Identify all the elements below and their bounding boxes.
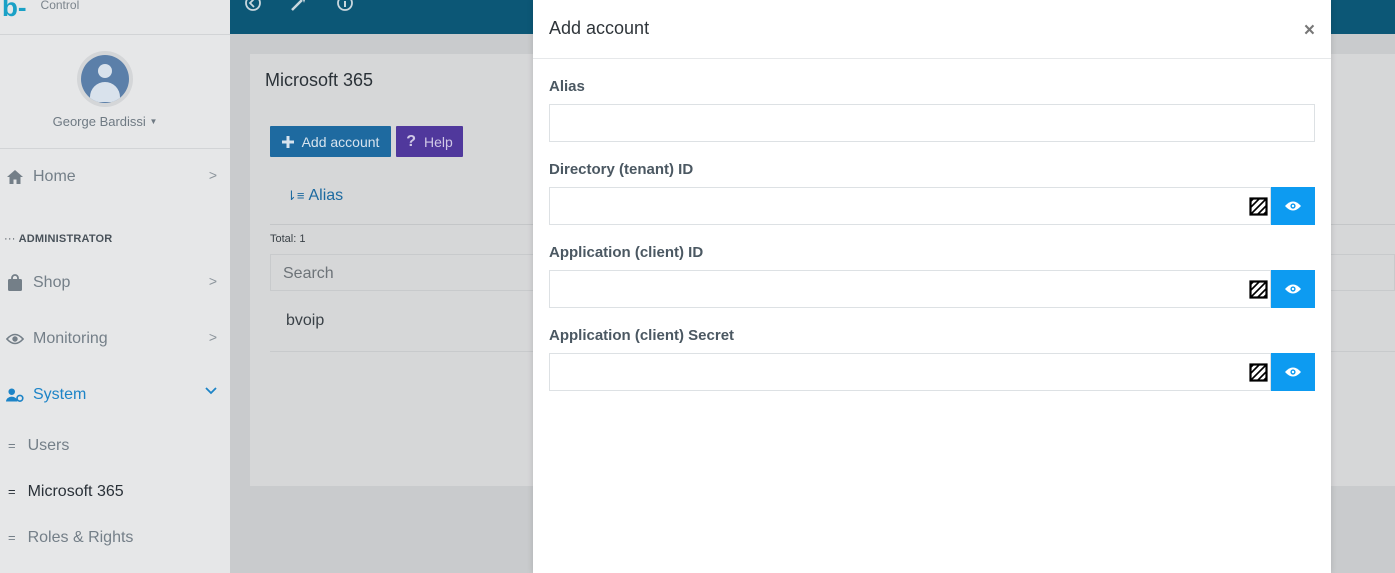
add-account-label: Add account — [301, 133, 380, 150]
user-menu[interactable]: George Bardissi ▼ — [0, 114, 210, 129]
password-mask-icon — [1249, 363, 1268, 382]
chevron-right-icon: > — [208, 329, 217, 345]
eye-icon — [1285, 367, 1301, 377]
total-count: Total: 1 — [270, 233, 306, 245]
column-header-alias[interactable]: ⇂≡ Alias — [286, 187, 343, 205]
help-button[interactable]: ? Help — [396, 126, 463, 157]
plus-icon — [281, 135, 294, 148]
password-mask-icon — [1249, 197, 1268, 216]
tenant-id-field[interactable] — [549, 187, 1271, 225]
sidebar: b- Control George Bardissi ▼ Home > ··· A… — [0, 0, 230, 573]
tenant-id-label: Directory (tenant) ID — [549, 161, 694, 178]
client-secret-label: Application (client) Secret — [549, 327, 735, 344]
close-icon[interactable]: × — [1304, 20, 1315, 42]
add-account-button[interactable]: Add account — [270, 126, 391, 157]
page-title: Microsoft 365 — [265, 70, 374, 90]
sidebar-subitem-microsoft-365[interactable]: = Microsoft 365 — [8, 483, 124, 501]
magic-wand-icon[interactable] — [290, 0, 308, 17]
help-label: Help — [423, 133, 453, 150]
sidebar-item-home[interactable]: Home > — [0, 164, 230, 190]
password-mask-icon — [1249, 280, 1268, 299]
modal-title: Add account — [549, 18, 650, 38]
brand-logo: b- — [2, 0, 27, 22]
modal-header: Add account × — [533, 0, 1331, 59]
list-bullet-icon: = — [8, 438, 16, 453]
brand[interactable]: b- Control — [0, 0, 79, 20]
table-row[interactable]: bvoip — [286, 312, 324, 330]
sidebar-item-system[interactable]: System — [0, 382, 230, 408]
list-bullet-icon: = — [8, 530, 16, 545]
user-name: George Bardissi — [52, 114, 146, 129]
chevron-right-icon: > — [208, 273, 217, 289]
sidebar-item-label: Home — [33, 168, 76, 185]
toggle-client-id-visibility-button[interactable] — [1271, 270, 1315, 308]
caret-down-icon: ▼ — [149, 117, 158, 126]
client-id-field[interactable] — [549, 270, 1271, 308]
list-bullet-icon: = — [8, 484, 16, 499]
sidebar-item-shop[interactable]: Shop > — [0, 270, 230, 296]
toggle-tenant-id-visibility-button[interactable] — [1271, 187, 1315, 225]
alias-field[interactable] — [549, 104, 1315, 142]
client-id-label: Application (client) ID — [549, 244, 704, 261]
toggle-client-secret-visibility-button[interactable] — [1271, 353, 1315, 391]
users-cog-icon — [6, 386, 24, 404]
section-label-administrator: ··· ADMINISTRATOR — [4, 233, 113, 245]
add-account-modal: Add account × Alias Directory (tenant) I… — [533, 0, 1331, 573]
avatar-icon — [81, 55, 129, 103]
alias-label: Alias — [549, 78, 585, 95]
chevron-right-icon: > — [208, 167, 217, 183]
eye-icon — [1285, 284, 1301, 294]
brand-subtitle: Control — [40, 0, 80, 12]
question-icon: ? — [406, 132, 416, 150]
eye-icon — [1285, 201, 1301, 211]
sidebar-divider — [0, 148, 230, 149]
sidebar-item-monitoring[interactable]: Monitoring > — [0, 326, 230, 352]
sidebar-item-label: Monitoring — [33, 330, 108, 347]
home-icon — [6, 168, 24, 186]
sidebar-item-label: System — [33, 386, 87, 403]
sidebar-subitem-users[interactable]: = Users — [8, 437, 69, 455]
back-icon[interactable] — [244, 0, 262, 17]
sidebar-subitem-roles-rights[interactable]: = Roles & Rights — [8, 529, 133, 547]
chevron-down-icon — [205, 382, 217, 398]
client-secret-field[interactable] — [549, 353, 1271, 391]
avatar[interactable] — [77, 51, 133, 107]
eye-icon — [6, 330, 24, 348]
shopping-bag-icon — [6, 274, 24, 292]
info-icon[interactable] — [336, 0, 354, 17]
sidebar-divider — [0, 34, 230, 35]
sidebar-item-label: Shop — [33, 274, 71, 291]
sort-icon: ⇂≡ — [286, 188, 305, 203]
